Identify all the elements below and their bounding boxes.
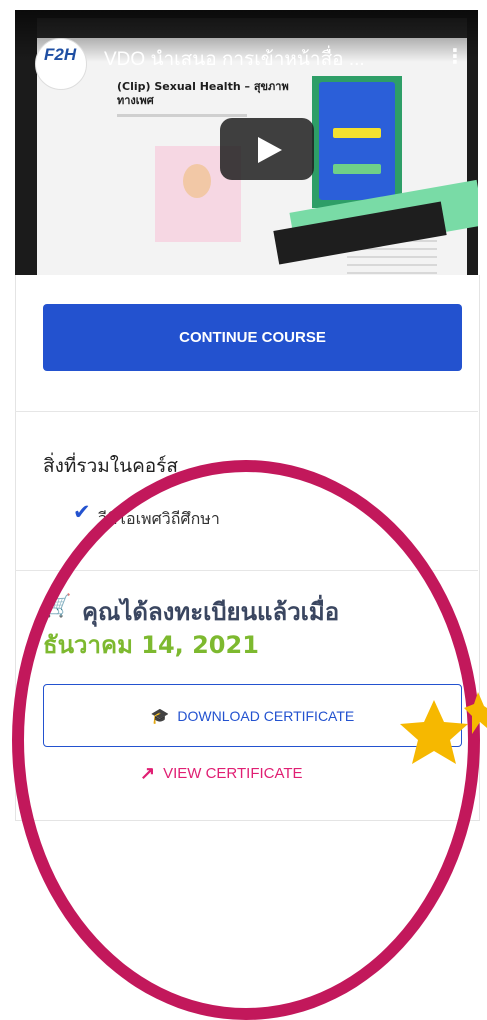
presenter-face	[183, 164, 211, 198]
star-icon	[400, 692, 487, 764]
promo-button-green	[333, 164, 381, 174]
download-certificate-label: DOWNLOAD CERTIFICATE	[177, 707, 355, 724]
cart-check-icon: 🛒	[44, 594, 72, 619]
include-item: วีดีโอเพศวิถีศึกษา	[98, 509, 220, 528]
logo-text: F2H	[44, 45, 77, 64]
promo-button-yellow	[333, 128, 381, 138]
graduation-cap-icon: 🎓	[150, 707, 170, 725]
includes-heading: สิ่งที่รวมในคอร์ส	[43, 455, 178, 477]
check-icon: ✔	[73, 500, 91, 524]
enrolled-date: ธันวาคม 14, 2021	[43, 631, 259, 659]
continue-course-button[interactable]: CONTINUE COURSE	[43, 304, 462, 371]
screen-text-line	[117, 114, 247, 117]
channel-logo[interactable]: F2H	[35, 38, 87, 90]
view-certificate-label: VIEW CERTIFICATE	[163, 765, 303, 782]
view-certificate-link[interactable]: ↗ VIEW CERTIFICATE	[140, 763, 303, 784]
promo-card	[319, 82, 395, 200]
divider	[15, 411, 478, 412]
play-icon	[258, 137, 282, 163]
video-title[interactable]: VDO นำเสนอ การเข้าหน้าสื่อ ...	[104, 44, 434, 74]
more-vert-icon[interactable]: ⋮	[445, 46, 465, 66]
external-link-icon: ↗	[140, 763, 156, 783]
play-button[interactable]	[220, 118, 314, 180]
screen-heading: (Clip) Sexual Health – สุขภาพทางเพศ	[117, 80, 289, 107]
divider	[15, 570, 478, 571]
video-player[interactable]: (Clip) Sexual Health – สุขภาพทางเพศ F2H …	[15, 10, 478, 275]
